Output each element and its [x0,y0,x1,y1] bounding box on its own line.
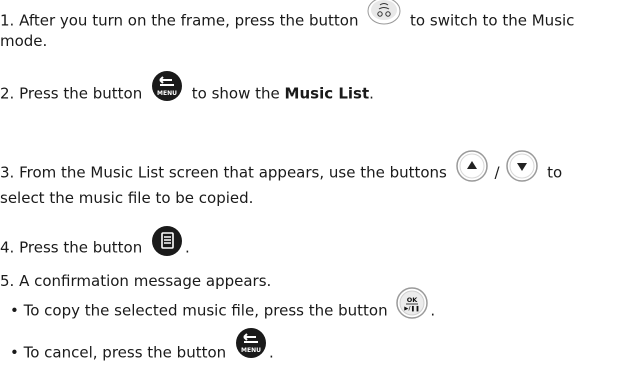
up-button-icon [455,150,488,182]
back-menu-button-icon: MENU [235,327,267,359]
down-button-icon [506,150,539,182]
step-5-bullet-copy: • To copy the selected music file, press… [10,287,435,327]
step-2-line: 2. Press the button MENU to show the Mus… [0,71,374,110]
step-5-line: 5. A confirmation message appears. [0,272,272,290]
copy-button-icon [151,225,183,257]
svg-text:OK: OK [407,296,419,304]
mode-button-icon [367,0,401,25]
svg-text:MENU: MENU [241,347,261,354]
svg-text:▶/❚❚: ▶/❚❚ [405,305,420,312]
step-3-line-1: 3. From the Music List screen that appea… [0,150,562,189]
svg-text:MENU: MENU [157,90,177,97]
ok-play-pause-button-icon: OK ▶/❚❚ [396,287,429,319]
step-4-line: 4. Press the button . [0,226,190,264]
step-1-line-1: 1. After you turn on the frame, press th… [0,0,574,35]
back-menu-button-icon: MENU [151,70,183,102]
step-3-line-2: select the music file to be copied. [0,189,254,207]
music-list-label: Music List [284,84,370,103]
step-5-bullet-cancel: • To cancel, press the button MENU . [10,328,274,369]
step-1-line-2: mode. [0,32,48,50]
